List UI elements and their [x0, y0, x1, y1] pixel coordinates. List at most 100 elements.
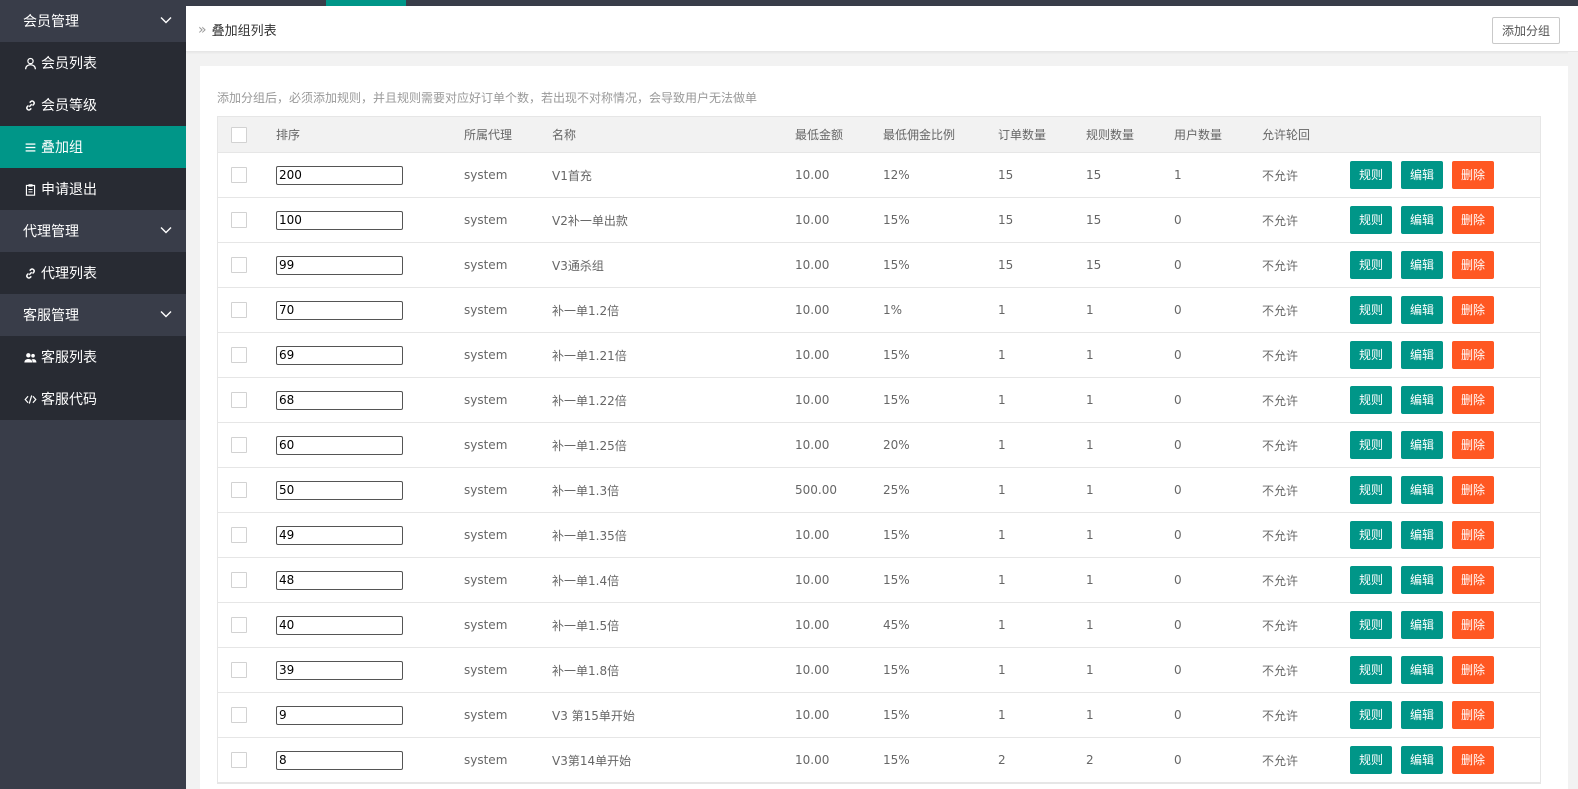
edit-button[interactable]: 编辑	[1401, 611, 1444, 639]
rules-button[interactable]: 规则	[1350, 161, 1393, 189]
delete-button[interactable]: 删除	[1452, 296, 1495, 324]
sort-input[interactable]	[276, 570, 403, 590]
sort-input[interactable]	[276, 750, 403, 770]
sort-input[interactable]	[276, 255, 403, 275]
rules-button[interactable]: 规则	[1350, 206, 1393, 234]
chevron-down-icon	[160, 17, 172, 24]
sort-input[interactable]	[276, 435, 403, 455]
row-checkbox[interactable]	[231, 212, 247, 228]
sidebar-item-1-0[interactable]: 代理列表	[0, 252, 186, 294]
row-checkbox[interactable]	[231, 437, 247, 453]
sort-input[interactable]	[276, 660, 403, 680]
cell-users: 0	[1174, 438, 1182, 452]
row-checkbox[interactable]	[231, 302, 247, 318]
row-checkbox[interactable]	[231, 392, 247, 408]
edit-button[interactable]: 编辑	[1401, 521, 1444, 549]
rules-button[interactable]: 规则	[1350, 251, 1393, 279]
row-checkbox[interactable]	[231, 707, 247, 723]
delete-button[interactable]: 删除	[1452, 431, 1495, 459]
row-checkbox[interactable]	[231, 257, 247, 273]
rules-button[interactable]: 规则	[1350, 521, 1393, 549]
rules-button[interactable]: 规则	[1350, 476, 1393, 504]
sort-input[interactable]	[276, 345, 403, 365]
row-checkbox[interactable]	[231, 167, 247, 183]
delete-button[interactable]: 删除	[1452, 656, 1495, 684]
edit-button[interactable]: 编辑	[1401, 341, 1444, 369]
cell-orders: 1	[998, 303, 1006, 317]
sort-input[interactable]	[276, 390, 403, 410]
edit-button[interactable]: 编辑	[1401, 566, 1444, 594]
rules-button[interactable]: 规则	[1350, 431, 1393, 459]
sort-input[interactable]	[276, 480, 403, 500]
delete-button[interactable]: 删除	[1452, 206, 1495, 234]
sidebar-item-2-1[interactable]: 客服代码	[0, 378, 186, 420]
edit-button[interactable]: 编辑	[1401, 656, 1444, 684]
sidebar-group-label: 客服管理	[23, 308, 79, 324]
sort-input[interactable]	[276, 300, 403, 320]
edit-button[interactable]: 编辑	[1401, 251, 1444, 279]
chevron-down-icon	[160, 311, 172, 318]
rules-button[interactable]: 规则	[1350, 566, 1393, 594]
breadcrumb: » 叠加组列表	[198, 20, 277, 40]
col-users: 用户数量	[1174, 128, 1223, 142]
rules-button[interactable]: 规则	[1350, 656, 1393, 684]
rules-button[interactable]: 规则	[1350, 701, 1393, 729]
edit-button[interactable]: 编辑	[1401, 296, 1444, 324]
sort-input[interactable]	[276, 525, 403, 545]
rules-button[interactable]: 规则	[1350, 611, 1393, 639]
edit-button[interactable]: 编辑	[1401, 386, 1444, 414]
sidebar-group-0[interactable]: 会员管理	[0, 0, 186, 42]
sort-input[interactable]	[276, 615, 403, 635]
sidebar-item-0-3[interactable]: 申请退出	[0, 168, 186, 210]
sidebar-group-2[interactable]: 客服管理	[0, 294, 186, 336]
add-group-button[interactable]: 添加分组	[1491, 17, 1560, 44]
row-checkbox[interactable]	[231, 482, 247, 498]
link-icon	[23, 266, 37, 280]
cell-rules: 1	[1086, 528, 1094, 542]
row-checkbox[interactable]	[231, 527, 247, 543]
edit-button[interactable]: 编辑	[1401, 701, 1444, 729]
delete-button[interactable]: 删除	[1452, 701, 1495, 729]
cell-ratio: 15%	[883, 573, 910, 587]
delete-button[interactable]: 删除	[1452, 251, 1495, 279]
row-checkbox[interactable]	[231, 617, 247, 633]
rules-button[interactable]: 规则	[1350, 386, 1393, 414]
delete-button[interactable]: 删除	[1452, 746, 1495, 774]
sidebar-item-2-0[interactable]: 客服列表	[0, 336, 186, 378]
edit-button[interactable]: 编辑	[1401, 431, 1444, 459]
sidebar-item-0-2[interactable]: 叠加组	[0, 126, 186, 168]
delete-button[interactable]: 删除	[1452, 611, 1495, 639]
cell-name: 补一单1.4倍	[552, 573, 620, 588]
delete-button[interactable]: 删除	[1452, 386, 1495, 414]
edit-button[interactable]: 编辑	[1401, 206, 1444, 234]
select-all-checkbox[interactable]	[231, 126, 247, 143]
sort-input[interactable]	[276, 210, 403, 230]
table-row: system V3 第15单开始 10.00 15% 1 1 0 不允许 规则编辑删除	[218, 693, 1540, 738]
delete-button[interactable]: 删除	[1452, 476, 1495, 504]
sort-input[interactable]	[276, 165, 403, 185]
sidebar-item-0-0[interactable]: 会员列表	[0, 42, 186, 84]
sort-input[interactable]	[276, 705, 403, 725]
delete-button[interactable]: 删除	[1452, 161, 1495, 189]
row-checkbox[interactable]	[231, 662, 247, 678]
row-checkbox[interactable]	[231, 572, 247, 588]
delete-button[interactable]: 删除	[1452, 566, 1495, 594]
rules-button[interactable]: 规则	[1350, 341, 1393, 369]
cell-agent: system	[464, 438, 508, 452]
sidebar-item-0-1[interactable]: 会员等级	[0, 84, 186, 126]
row-actions: 规则 编辑 删除	[1350, 746, 1542, 774]
cell-agent: system	[464, 663, 508, 677]
edit-button[interactable]: 编辑	[1401, 746, 1444, 774]
page-header: » 叠加组列表 添加分组	[186, 6, 1578, 52]
page-scrollbar[interactable]	[1568, 52, 1578, 789]
cell-agent: system	[464, 528, 508, 542]
rules-button[interactable]: 规则	[1350, 746, 1393, 774]
sidebar-group-1[interactable]: 代理管理	[0, 210, 186, 252]
delete-button[interactable]: 删除	[1452, 341, 1495, 369]
row-checkbox[interactable]	[231, 752, 247, 768]
edit-button[interactable]: 编辑	[1401, 161, 1444, 189]
delete-button[interactable]: 删除	[1452, 521, 1495, 549]
edit-button[interactable]: 编辑	[1401, 476, 1444, 504]
row-checkbox[interactable]	[231, 347, 247, 363]
rules-button[interactable]: 规则	[1350, 296, 1393, 324]
